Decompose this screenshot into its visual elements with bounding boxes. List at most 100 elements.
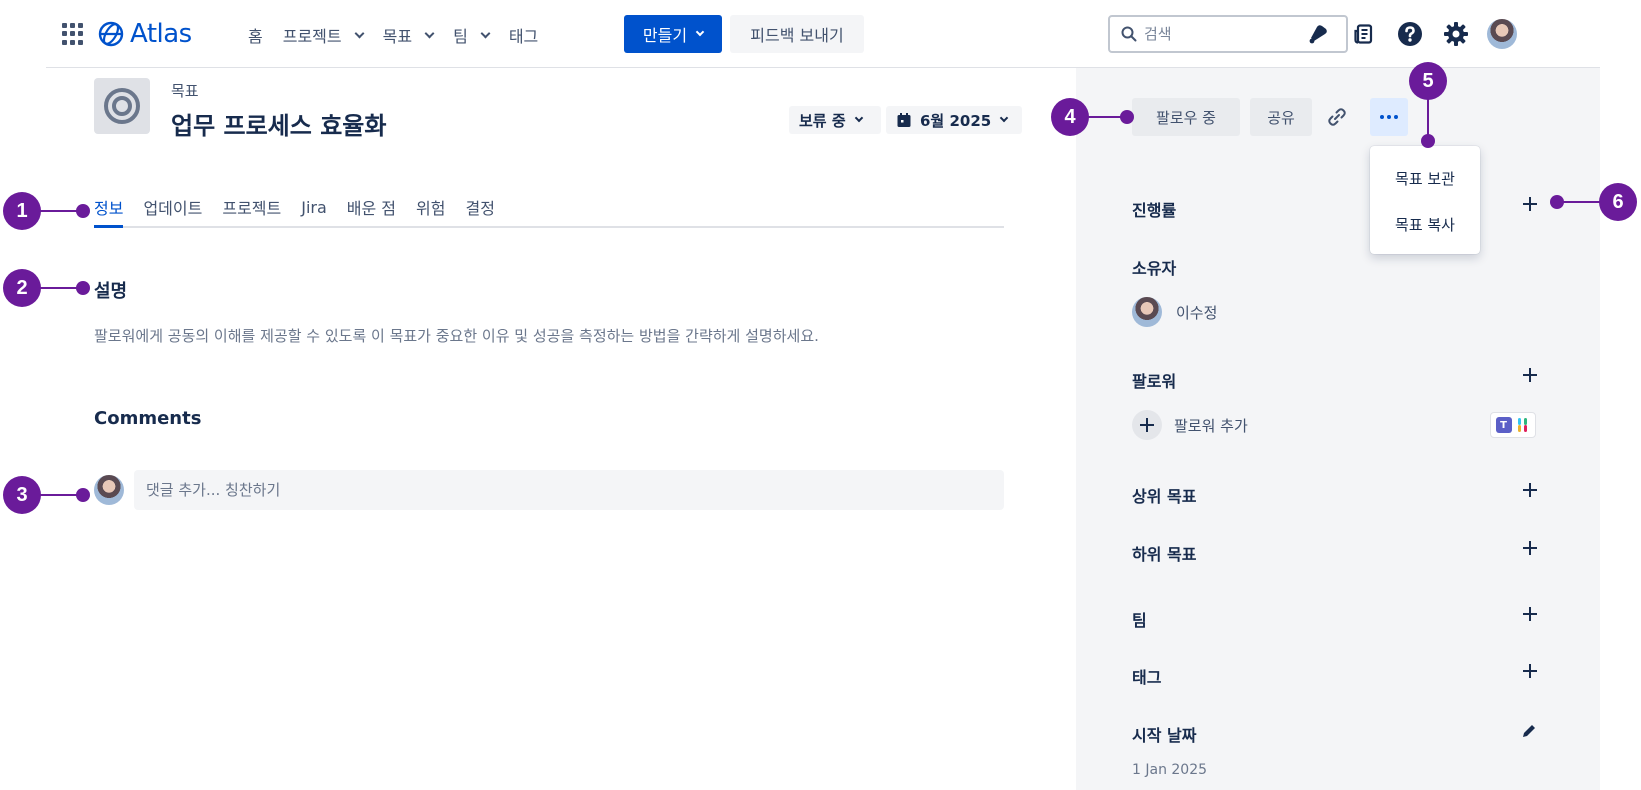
tab-about[interactable]: 정보 <box>94 190 123 228</box>
more-actions-button[interactable] <box>1370 98 1408 136</box>
marker-2: 2 <box>3 269 41 307</box>
followers-heading: 팔로워 <box>1132 372 1177 391</box>
owner-name[interactable]: 이수정 <box>1176 302 1217 323</box>
description-field[interactable]: 팔로워에게 공동의 이해를 제공할 수 있도록 이 목표가 중요한 이유 및 성… <box>94 325 819 346</box>
chevron-down-icon <box>854 113 863 123</box>
calendar-icon <box>897 113 911 127</box>
comments-heading: Comments <box>94 408 202 429</box>
commenter-avatar <box>94 475 124 505</box>
owner-avatar[interactable] <box>1132 297 1162 327</box>
marker-3: 3 <box>3 476 41 514</box>
tab-decisions[interactable]: 결정 <box>465 190 494 228</box>
slack-icon <box>1515 417 1531 433</box>
add-sub-goal-icon[interactable] <box>1520 538 1540 558</box>
add-follower-button[interactable]: 팔로워 추가 <box>1132 410 1248 440</box>
chevron-down-icon <box>354 28 365 38</box>
add-follower-icon[interactable] <box>1520 365 1540 385</box>
question-icon <box>1398 22 1422 46</box>
add-parent-goal-icon[interactable] <box>1520 480 1540 500</box>
marker-5-dot <box>1421 134 1435 148</box>
chevron-down-icon <box>999 113 1009 123</box>
add-progress-icon[interactable] <box>1520 194 1540 214</box>
target-icon <box>104 88 140 124</box>
app-switcher-icon[interactable] <box>62 23 84 45</box>
status-dropdown[interactable]: 보류 중 <box>789 106 881 134</box>
goal-icon <box>94 78 150 134</box>
marker-6: 6 <box>1599 183 1637 221</box>
top-navigation: Atlas 홈 프로젝트 목표 팀 태그 만들기 피드백 보내기 <box>46 1 1600 68</box>
gear-icon <box>1444 22 1468 46</box>
tab-projects[interactable]: 프로젝트 <box>222 190 281 228</box>
nav-item-projects[interactable]: 프로젝트 <box>273 17 373 53</box>
chevron-down-icon <box>424 28 435 38</box>
tab-risks[interactable]: 위험 <box>416 190 445 228</box>
marker-3-dot <box>76 488 90 502</box>
menu-item-copy-goal[interactable]: 목표 복사 <box>1370 204 1480 244</box>
target-date-dropdown[interactable]: 6월 2025 <box>886 106 1022 134</box>
bell-icon <box>1309 25 1327 44</box>
marker-4-dot <box>1120 110 1134 124</box>
tab-learnings[interactable]: 배운 점 <box>347 190 396 228</box>
marker-2-leader <box>40 287 80 289</box>
target-date-label: 6월 2025 <box>920 111 992 130</box>
app-name: Atlas <box>130 19 192 49</box>
tab-jira[interactable]: Jira <box>301 190 327 228</box>
progress-heading: 진행률 <box>1132 201 1177 220</box>
plus-icon <box>1132 410 1162 440</box>
marker-2-dot <box>76 281 90 295</box>
marker-3-leader <box>40 494 80 496</box>
more-actions-menu: 목표 보관 목표 복사 <box>1370 146 1480 254</box>
integrations-button[interactable]: T <box>1490 412 1536 438</box>
marker-5-leader <box>1427 98 1429 138</box>
nav-label: 팀 <box>453 27 468 46</box>
settings-icon[interactable] <box>1443 21 1469 47</box>
tags-heading: 태그 <box>1132 668 1162 687</box>
create-label: 만들기 <box>642 26 688 45</box>
add-team-icon[interactable] <box>1520 604 1540 624</box>
nav-label: 홈 <box>248 27 263 46</box>
search-icon <box>1121 26 1137 42</box>
description-heading: 설명 <box>94 281 128 302</box>
comment-box[interactable] <box>134 470 1004 510</box>
share-label: 공유 <box>1267 108 1295 127</box>
nav-item-tags[interactable]: 태그 <box>499 17 548 53</box>
menu-item-archive-goal[interactable]: 목표 보관 <box>1370 158 1480 198</box>
nav-item-goals[interactable]: 목표 <box>373 17 443 53</box>
parent-goal-heading: 상위 목표 <box>1132 487 1197 506</box>
create-button[interactable]: 만들기 <box>624 15 722 53</box>
add-tag-icon[interactable] <box>1520 661 1540 681</box>
notifications-icon[interactable] <box>1305 21 1331 47</box>
copy-link-button[interactable] <box>1318 98 1356 136</box>
marker-1-dot <box>76 204 90 218</box>
owner-heading: 소유자 <box>1132 259 1177 278</box>
comment-input[interactable] <box>146 481 1004 499</box>
status-label: 보류 중 <box>799 111 846 130</box>
marker-4: 4 <box>1051 98 1089 136</box>
team-heading: 팀 <box>1132 611 1147 630</box>
marker-6-dot <box>1550 195 1564 209</box>
edit-pencil-icon[interactable] <box>1520 722 1538 740</box>
feedback-label: 피드백 보내기 <box>750 26 844 45</box>
goal-tabs: 정보 업데이트 프로젝트 Jira 배운 점 위험 결정 <box>94 190 1004 228</box>
nav-label: 목표 <box>382 27 413 46</box>
teams-icon: T <box>1495 417 1512 433</box>
start-date-heading: 시작 날짜 <box>1132 726 1197 745</box>
following-label: 팔로우 중 <box>1156 108 1216 127</box>
start-date-value: 1 Jan 2025 <box>1132 762 1208 778</box>
send-feedback-button[interactable]: 피드백 보내기 <box>730 15 864 53</box>
share-button[interactable]: 공유 <box>1250 98 1312 136</box>
following-button[interactable]: 팔로우 중 <box>1132 98 1240 136</box>
page-title[interactable]: 업무 프로세스 효율화 <box>171 106 386 141</box>
breadcrumb[interactable]: 목표 <box>171 80 199 101</box>
atlas-logo[interactable]: Atlas <box>98 17 192 51</box>
help-icon[interactable] <box>1397 21 1423 47</box>
user-avatar[interactable] <box>1487 19 1517 49</box>
nav-label: 태그 <box>508 27 539 46</box>
chevron-down-icon <box>480 28 491 38</box>
whats-new-icon[interactable] <box>1351 21 1377 47</box>
marker-5: 5 <box>1409 62 1447 100</box>
tab-updates[interactable]: 업데이트 <box>143 190 202 228</box>
nav-item-teams[interactable]: 팀 <box>443 17 499 53</box>
marker-1: 1 <box>3 192 41 230</box>
nav-item-home[interactable]: 홈 <box>238 17 273 53</box>
